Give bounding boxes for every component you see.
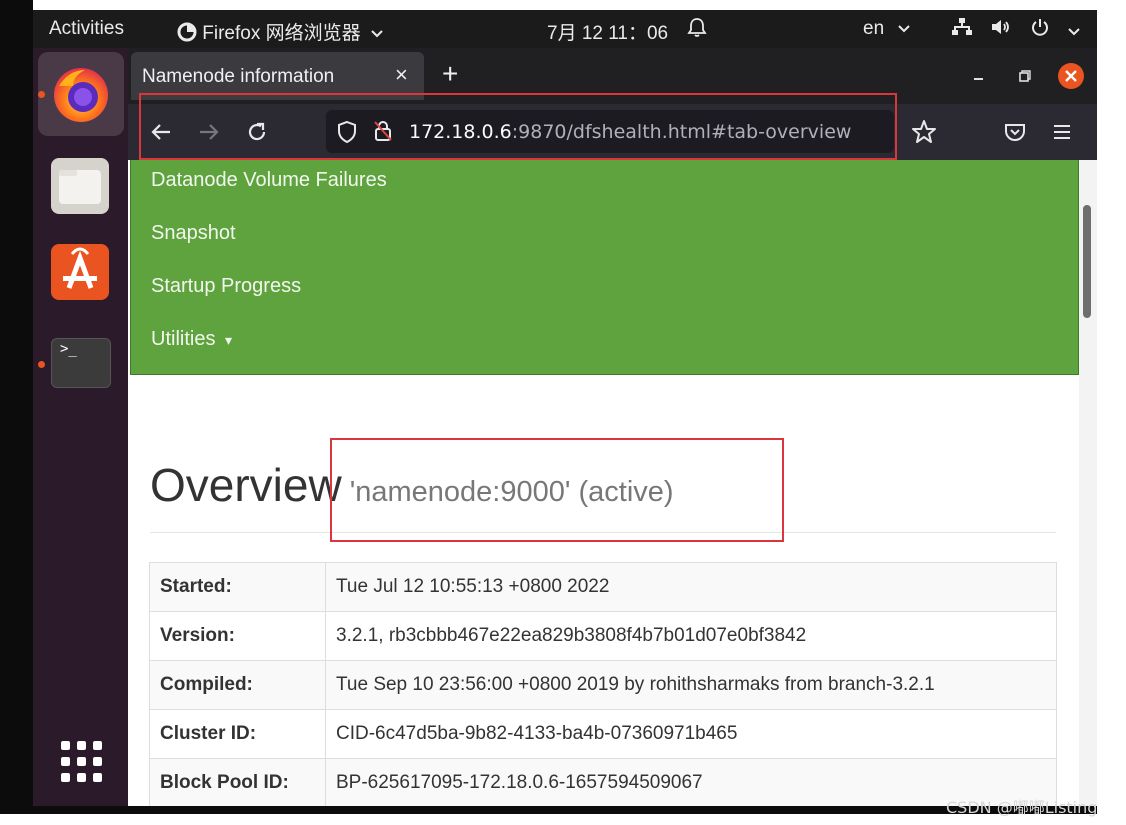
app-menu-label: Firefox 网络浏览器 [202, 23, 361, 44]
tab-close-button[interactable]: × [395, 62, 408, 88]
gnome-top-bar: Activities Firefox 网络浏览器 7月 12 11：06 en [33, 10, 1097, 48]
menu-datanode-volume-failures[interactable]: Datanode Volume Failures [151, 169, 387, 192]
running-indicator [38, 361, 45, 368]
screen-top-margin [0, 0, 1097, 10]
table-row: Compiled: Tue Sep 10 23:56:00 +0800 2019… [149, 660, 1057, 710]
firefox-mini-icon [177, 22, 197, 42]
minimize-button[interactable] [966, 64, 990, 84]
table-value: CID-6c47d5ba-9b82-4133-ba4b-07360971b465 [325, 709, 1057, 759]
table-key: Block Pool ID: [149, 758, 326, 808]
hamburger-menu-icon [1054, 125, 1070, 139]
watermark: CSDN @嘟嘟Listing [946, 798, 1098, 817]
dock-firefox[interactable] [38, 52, 124, 136]
restore-icon [1019, 70, 1031, 82]
system-tray[interactable] [951, 17, 1081, 43]
power-icon [1031, 19, 1048, 36]
table-key: Version: [149, 611, 326, 661]
caret-down-icon: ▾ [225, 332, 233, 348]
star-icon [912, 120, 936, 143]
dock-software-center[interactable] [51, 244, 109, 300]
new-tab-button[interactable]: + [442, 58, 458, 90]
table-key: Compiled: [149, 660, 326, 710]
menu-snapshot[interactable]: Snapshot [151, 222, 236, 245]
table-key: Cluster ID: [149, 709, 326, 759]
menu-utilities-label: Utilities [151, 328, 216, 350]
table-row: Block Pool ID: BP-625617095-172.18.0.6-1… [149, 758, 1057, 808]
chevron-down-icon [371, 30, 383, 38]
volume-icon [992, 20, 1010, 34]
ubuntu-dock: >_ [33, 48, 128, 806]
terminal-icon: >_ [60, 341, 77, 357]
chevron-down-icon [898, 25, 911, 33]
annotation-box-url [139, 93, 897, 160]
alarm-icon [687, 16, 707, 44]
clock[interactable]: 7月 12 11：06 [547, 18, 668, 45]
screen-right-margin [1097, 0, 1126, 825]
app-grid-icon [61, 741, 102, 782]
app-menu-button[interactable] [1050, 120, 1074, 144]
folder-icon [59, 170, 101, 204]
activities-button[interactable]: Activities [49, 18, 124, 40]
language-label: en [863, 18, 885, 39]
hadoop-nav-dropdown: Datanode Volume Failures Snapshot Startu… [130, 160, 1079, 375]
minimize-icon [974, 78, 983, 80]
dock-files[interactable] [51, 158, 109, 214]
page-scrollbar-thumb[interactable] [1083, 205, 1091, 318]
table-value: 3.2.1, rb3cbbb467e22ea829b3808f4b7b01d07… [325, 611, 1057, 661]
table-row: Started: Tue Jul 12 10:55:13 +0800 2022 [149, 562, 1057, 612]
app-menu[interactable]: Firefox 网络浏览器 [177, 18, 384, 45]
app-store-icon [63, 247, 97, 289]
table-row: Version: 3.2.1, rb3cbbb467e22ea829b3808f… [149, 611, 1057, 661]
menu-utilities[interactable]: Utilities ▾ [151, 328, 232, 351]
show-applications-button[interactable] [60, 740, 104, 784]
overview-title: Overview [150, 459, 342, 511]
network-icon [952, 18, 972, 35]
annotation-box-namenode [330, 438, 784, 542]
restore-button[interactable] [1012, 64, 1036, 88]
table-row: Cluster ID: CID-6c47d5ba-9b82-4133-ba4b-… [149, 709, 1057, 759]
table-value: Tue Sep 10 23:56:00 +0800 2019 by rohith… [325, 660, 1057, 710]
menu-startup-progress[interactable]: Startup Progress [151, 275, 301, 298]
tab-title: Namenode information [142, 66, 335, 87]
bottom-frame [0, 806, 1097, 814]
close-icon [1065, 70, 1077, 82]
table-key: Started: [149, 562, 326, 612]
pocket-icon [1005, 124, 1025, 141]
bookmark-star-button[interactable] [910, 118, 938, 146]
language-indicator[interactable]: en [863, 18, 911, 40]
namenode-info-table: Started: Tue Jul 12 10:55:13 +0800 2022 … [149, 562, 1057, 808]
table-value: Tue Jul 12 10:55:13 +0800 2022 [325, 562, 1057, 612]
screen-left-margin [0, 0, 33, 825]
close-window-button[interactable] [1058, 63, 1084, 89]
running-indicator [38, 91, 45, 98]
chevron-down-icon [1068, 28, 1080, 36]
pocket-button[interactable] [1002, 119, 1028, 145]
firefox-icon [54, 68, 108, 122]
dock-terminal[interactable]: >_ [51, 338, 111, 388]
